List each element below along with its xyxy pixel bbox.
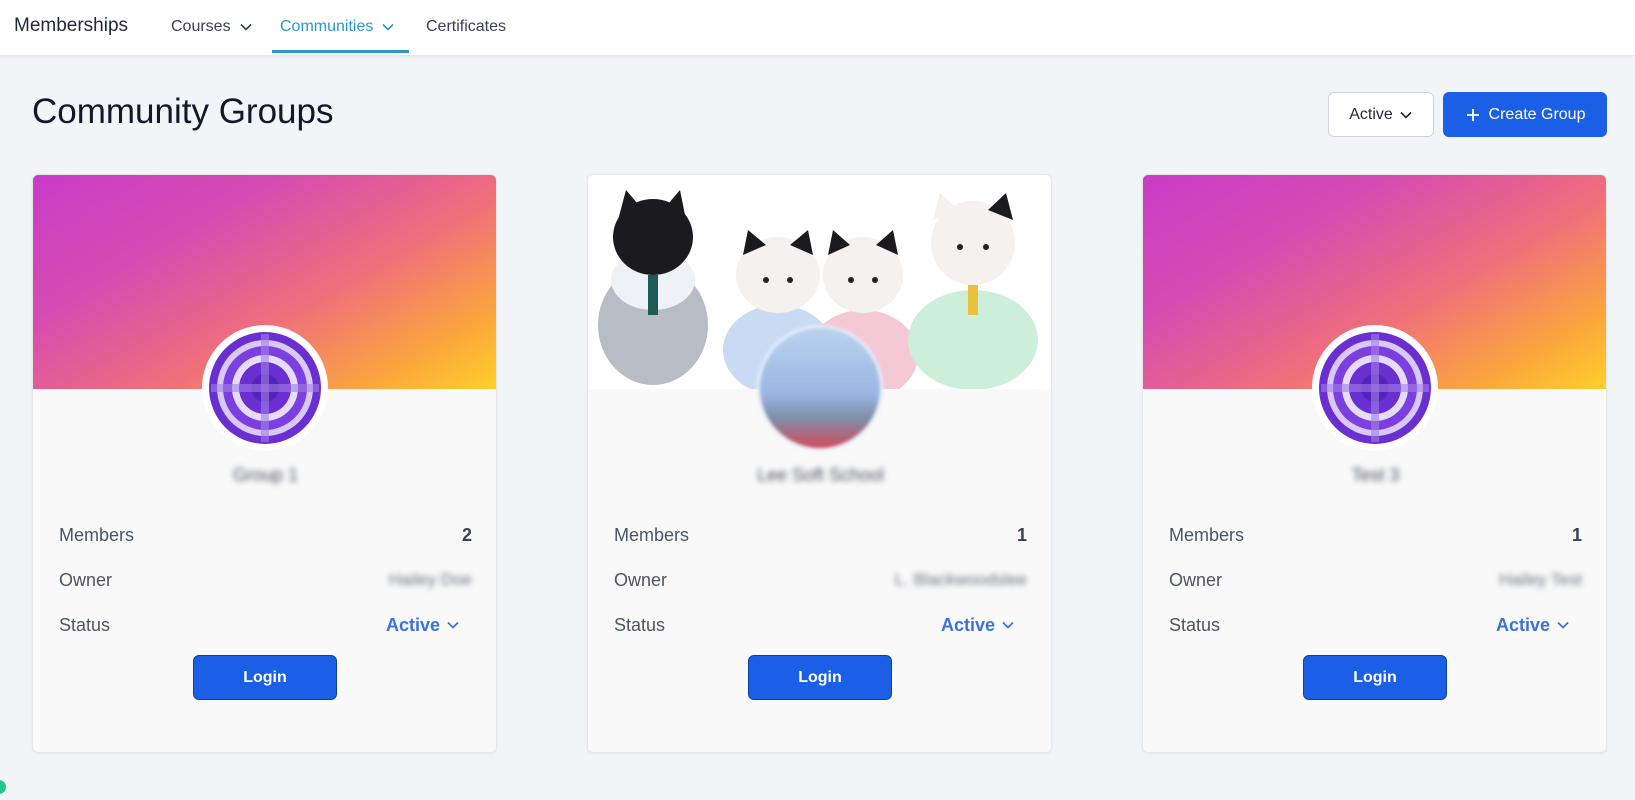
create-group-label: Create Group xyxy=(1488,105,1586,123)
members-count: 1 xyxy=(1016,524,1027,545)
group-avatar xyxy=(202,325,328,451)
status-dropdown[interactable]: Active xyxy=(1496,615,1582,636)
members-count: 1 xyxy=(1571,524,1582,545)
status-value: Active xyxy=(940,614,995,635)
members-label: Members xyxy=(1169,524,1245,545)
members-count: 2 xyxy=(461,524,472,545)
chevron-down-icon xyxy=(382,23,394,31)
status-label: Status xyxy=(1169,614,1221,635)
status-label: Status xyxy=(59,614,111,635)
status-row: Status Active xyxy=(614,613,1027,637)
plus-icon xyxy=(1466,108,1479,121)
group-card: Lee Soft School Members 1 Owner L. Black… xyxy=(587,174,1052,753)
owner-row: Owner L. Blackwoodslee xyxy=(614,568,1027,592)
login-button[interactable]: Login xyxy=(1303,655,1447,700)
members-label: Members xyxy=(59,524,135,545)
owner-name: L. Blackwoodslee xyxy=(894,570,1027,589)
status-value: Active xyxy=(385,614,440,635)
top-navbar: Memberships Courses Communities Certific… xyxy=(0,0,1635,56)
page-title: Community Groups xyxy=(32,92,334,131)
nav-item-label: Communities xyxy=(280,18,374,35)
group-card: Test 3 Members 1 Owner Hailey Test Statu… xyxy=(1142,174,1607,753)
group-name[interactable]: Lee Soft School xyxy=(588,465,1051,486)
nav-item-label: Courses xyxy=(171,18,231,35)
cross-stitch-logo-icon xyxy=(205,328,325,448)
chevron-down-icon xyxy=(240,23,252,31)
nav-item-communities[interactable]: Communities xyxy=(280,18,395,36)
group-avatar xyxy=(757,325,883,451)
create-group-button[interactable]: Create Group xyxy=(1443,92,1607,137)
login-button[interactable]: Login xyxy=(193,655,337,700)
group-name[interactable]: Group 1 xyxy=(33,465,496,486)
status-dropdown[interactable]: Active xyxy=(941,615,1027,636)
members-row: Members 1 xyxy=(1169,523,1582,547)
brand-title[interactable]: Memberships xyxy=(14,15,128,37)
nav-item-certificates[interactable]: Certificates xyxy=(426,18,506,36)
status-filter-dropdown[interactable]: Active xyxy=(1328,92,1434,137)
group-avatar xyxy=(1312,325,1438,451)
status-row: Status Active xyxy=(1169,613,1582,637)
group-name[interactable]: Test 3 xyxy=(1143,465,1606,486)
members-row: Members 2 xyxy=(59,523,472,547)
owner-row: Owner Hailey Doe xyxy=(59,568,472,592)
status-label: Status xyxy=(614,614,666,635)
status-row: Status Active xyxy=(59,613,472,637)
chat-widget-icon[interactable] xyxy=(0,780,6,794)
chevron-down-icon xyxy=(1557,621,1569,629)
members-row: Members 1 xyxy=(614,523,1027,547)
owner-name: Hailey Test xyxy=(1499,570,1582,589)
login-button[interactable]: Login xyxy=(748,655,892,700)
members-label: Members xyxy=(614,524,690,545)
owner-name: Hailey Doe xyxy=(388,570,472,589)
owner-label: Owner xyxy=(1169,569,1223,590)
active-tab-indicator xyxy=(272,50,409,53)
cross-stitch-logo-icon xyxy=(1315,328,1435,448)
owner-label: Owner xyxy=(614,569,668,590)
nav-item-label: Certificates xyxy=(426,18,507,35)
chevron-down-icon xyxy=(447,621,459,629)
status-dropdown[interactable]: Active xyxy=(386,615,472,636)
nav-item-courses[interactable]: Courses xyxy=(171,18,253,36)
owner-label: Owner xyxy=(59,569,113,590)
status-value: Active xyxy=(1495,614,1550,635)
chevron-down-icon xyxy=(1002,621,1014,629)
status-filter-label: Active xyxy=(1349,105,1393,123)
group-card: Group 1 Members 2 Owner Hailey Doe Statu… xyxy=(32,174,497,753)
chevron-down-icon xyxy=(1400,111,1412,119)
owner-row: Owner Hailey Test xyxy=(1169,568,1582,592)
